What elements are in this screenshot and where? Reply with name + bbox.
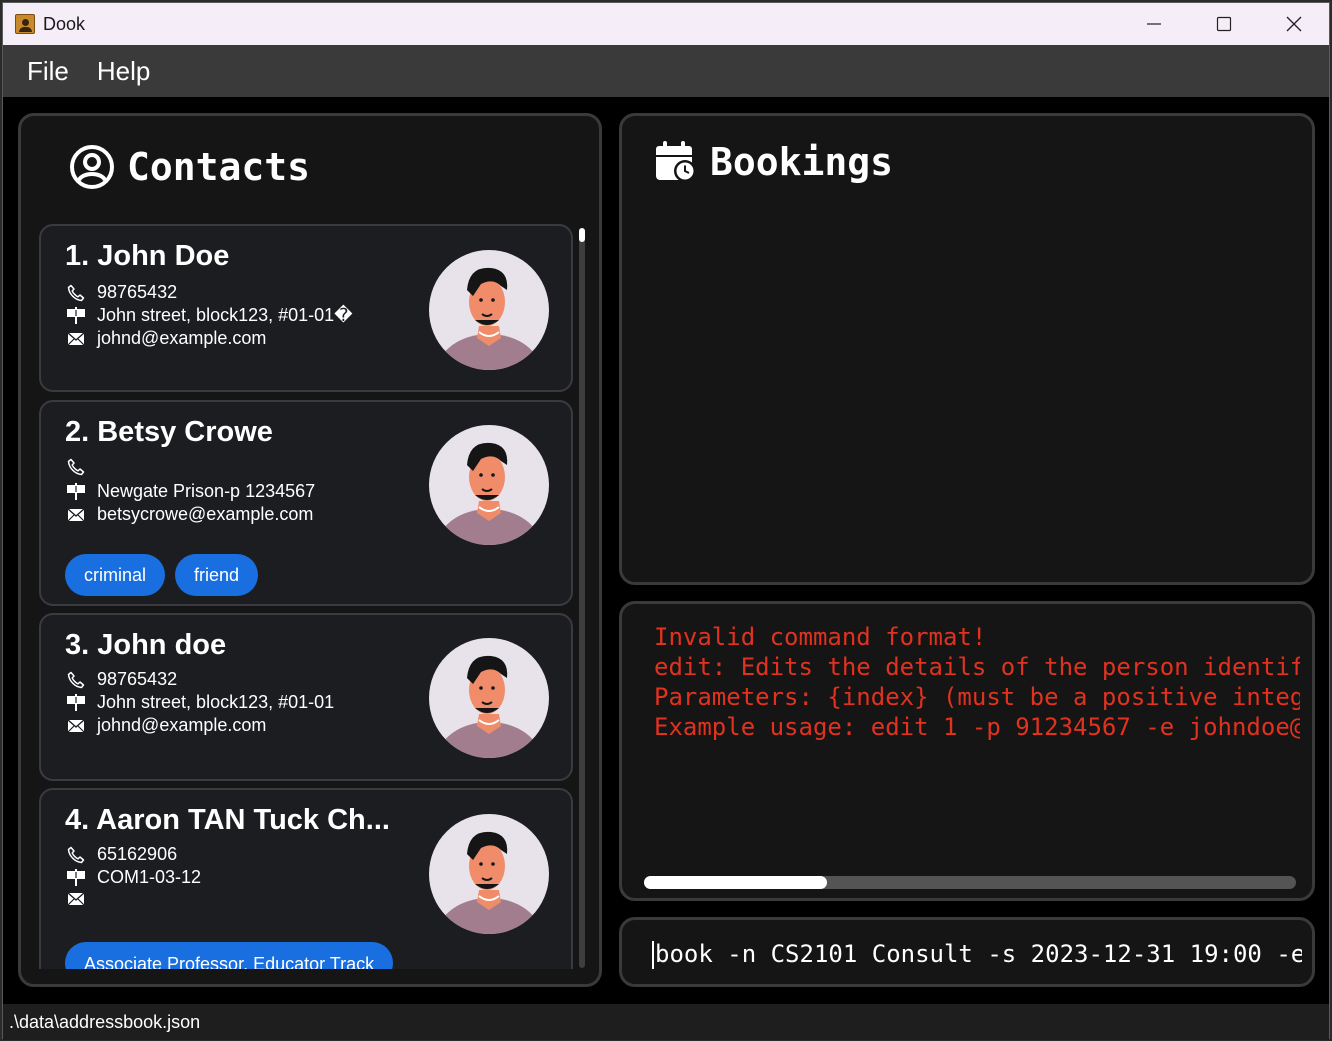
contact-name: 1. John Doe	[65, 240, 230, 272]
avatar	[429, 638, 549, 758]
contact-phone: 98765432	[65, 669, 177, 690]
envelope-icon	[65, 506, 87, 524]
contact-phone	[65, 458, 97, 476]
maximize-button[interactable]	[1189, 3, 1259, 45]
contact-email: johnd@example.com	[65, 328, 266, 349]
avatar	[429, 425, 549, 545]
address-value: COM1-03-12	[97, 867, 202, 887]
phone-value: 65162906	[97, 844, 178, 864]
close-button[interactable]	[1259, 3, 1329, 45]
phone-icon	[65, 284, 87, 302]
email-value: johnd@example.com	[97, 715, 267, 735]
contact-name: 3. John doe	[65, 629, 227, 661]
result-line: Parameters: {index} (must be a positive …	[654, 683, 1300, 711]
addressbook-app-icon	[15, 14, 35, 34]
contact-name: 2. Betsy Crowe	[65, 416, 273, 448]
contact-phone: 98765432	[65, 282, 177, 303]
scrollbar-thumb[interactable]	[644, 876, 827, 889]
contact-card[interactable]: 1. John Doe 98765432 John street, block1…	[39, 224, 573, 392]
address-sign-icon	[65, 693, 87, 712]
contact-email: betsycrowe@example.com	[65, 504, 313, 525]
window-title: Dook	[43, 13, 86, 34]
maximize-icon	[1216, 16, 1232, 32]
contacts-header: Contacts	[69, 144, 310, 190]
result-line: edit: Edits the details of the person id…	[654, 653, 1300, 681]
window-controls	[1119, 3, 1329, 45]
contacts-panel: Contacts 1. John Doe 98765432 John stree…	[18, 113, 602, 987]
address-sign-icon	[65, 868, 87, 887]
result-horizontal-scrollbar[interactable]	[644, 876, 1296, 889]
result-display[interactable]: Invalid command format! edit: Edits the d…	[619, 601, 1315, 901]
menu-bar: File Help	[3, 45, 1329, 97]
save-file-path: .\data\addressbook.json	[9, 1011, 201, 1032]
user-circle-icon	[70, 145, 114, 189]
tag-associate-professor: Associate Professor, Educator Track	[65, 942, 394, 969]
avatar	[429, 250, 549, 370]
command-box[interactable]: book -n CS2101 Consult -s 2023-12-31 19:…	[619, 917, 1315, 987]
scrollbar-thumb[interactable]	[579, 228, 585, 242]
email-value: johnd@example.com	[97, 328, 267, 348]
text-caret	[652, 941, 654, 969]
address-sign-icon	[65, 482, 87, 501]
phone-icon	[65, 671, 87, 689]
address-value: Newgate Prison-p 1234567	[97, 481, 316, 501]
contact-email	[65, 890, 97, 908]
contact-address: Newgate Prison-p 1234567	[65, 481, 315, 502]
contacts-title: Contacts	[127, 145, 311, 189]
contact-email: johnd@example.com	[65, 715, 266, 736]
contact-address: John street, block123, #01-01	[65, 692, 334, 713]
menu-file[interactable]: File	[13, 56, 83, 87]
contact-card[interactable]: 4. Aaron TAN Tuck Ch... 65162906 COM1-03…	[39, 788, 573, 969]
contact-phone: 65162906	[65, 844, 177, 865]
avatar	[429, 814, 549, 934]
menu-help[interactable]: Help	[83, 56, 164, 87]
command-text: book -n CS2101 Consult -s 2023-12-31 19:…	[655, 940, 1302, 968]
address-sign-icon	[65, 306, 87, 325]
status-bar: .\data\addressbook.json	[3, 1004, 1329, 1040]
address-value: John street, block123, #01-01	[97, 692, 335, 712]
contact-card[interactable]: 3. John doe 98765432 John street, block1…	[39, 613, 573, 781]
contact-name: 4. Aaron TAN Tuck Ch...	[65, 804, 390, 836]
bookings-panel: Bookings	[619, 113, 1315, 585]
bookings-title: Bookings	[710, 140, 894, 184]
contact-address: John street, block123, #01-01�	[65, 305, 353, 326]
contact-card[interactable]: 2. Betsy Crowe Newgate Prison-p 1234567 …	[39, 400, 573, 606]
command-input[interactable]: book -n CS2101 Consult -s 2023-12-31 19:…	[652, 934, 1302, 974]
address-value: John street, block123, #01-01�	[97, 305, 353, 325]
phone-icon	[65, 846, 87, 864]
minimize-button[interactable]	[1119, 3, 1189, 45]
result-line: Example usage: edit 1 -p 91234567 -e joh…	[654, 713, 1300, 741]
phone-value: 98765432	[97, 669, 178, 689]
phone-value: 98765432	[97, 282, 178, 302]
app-window: Dook File Help Contacts 1. John Doe 9876…	[2, 2, 1330, 1040]
calendar-clock-icon	[656, 141, 696, 182]
result-line: Invalid command format!	[654, 623, 987, 651]
envelope-icon	[65, 890, 87, 908]
minimize-icon	[1147, 23, 1161, 25]
envelope-icon	[65, 330, 87, 348]
close-icon	[1286, 16, 1302, 32]
envelope-icon	[65, 717, 87, 735]
tag-friend: friend	[175, 554, 259, 596]
contact-list-scrollbar[interactable]	[579, 228, 585, 968]
result-message: Invalid command format! edit: Edits the d…	[654, 622, 1300, 742]
tag-criminal: criminal	[65, 554, 166, 596]
title-bar[interactable]: Dook	[3, 3, 1329, 45]
bookings-header: Bookings	[654, 140, 893, 184]
contact-list[interactable]: 1. John Doe 98765432 John street, block1…	[39, 224, 575, 969]
email-value: betsycrowe@example.com	[97, 504, 314, 524]
phone-icon	[65, 458, 87, 476]
contact-address: COM1-03-12	[65, 867, 201, 888]
